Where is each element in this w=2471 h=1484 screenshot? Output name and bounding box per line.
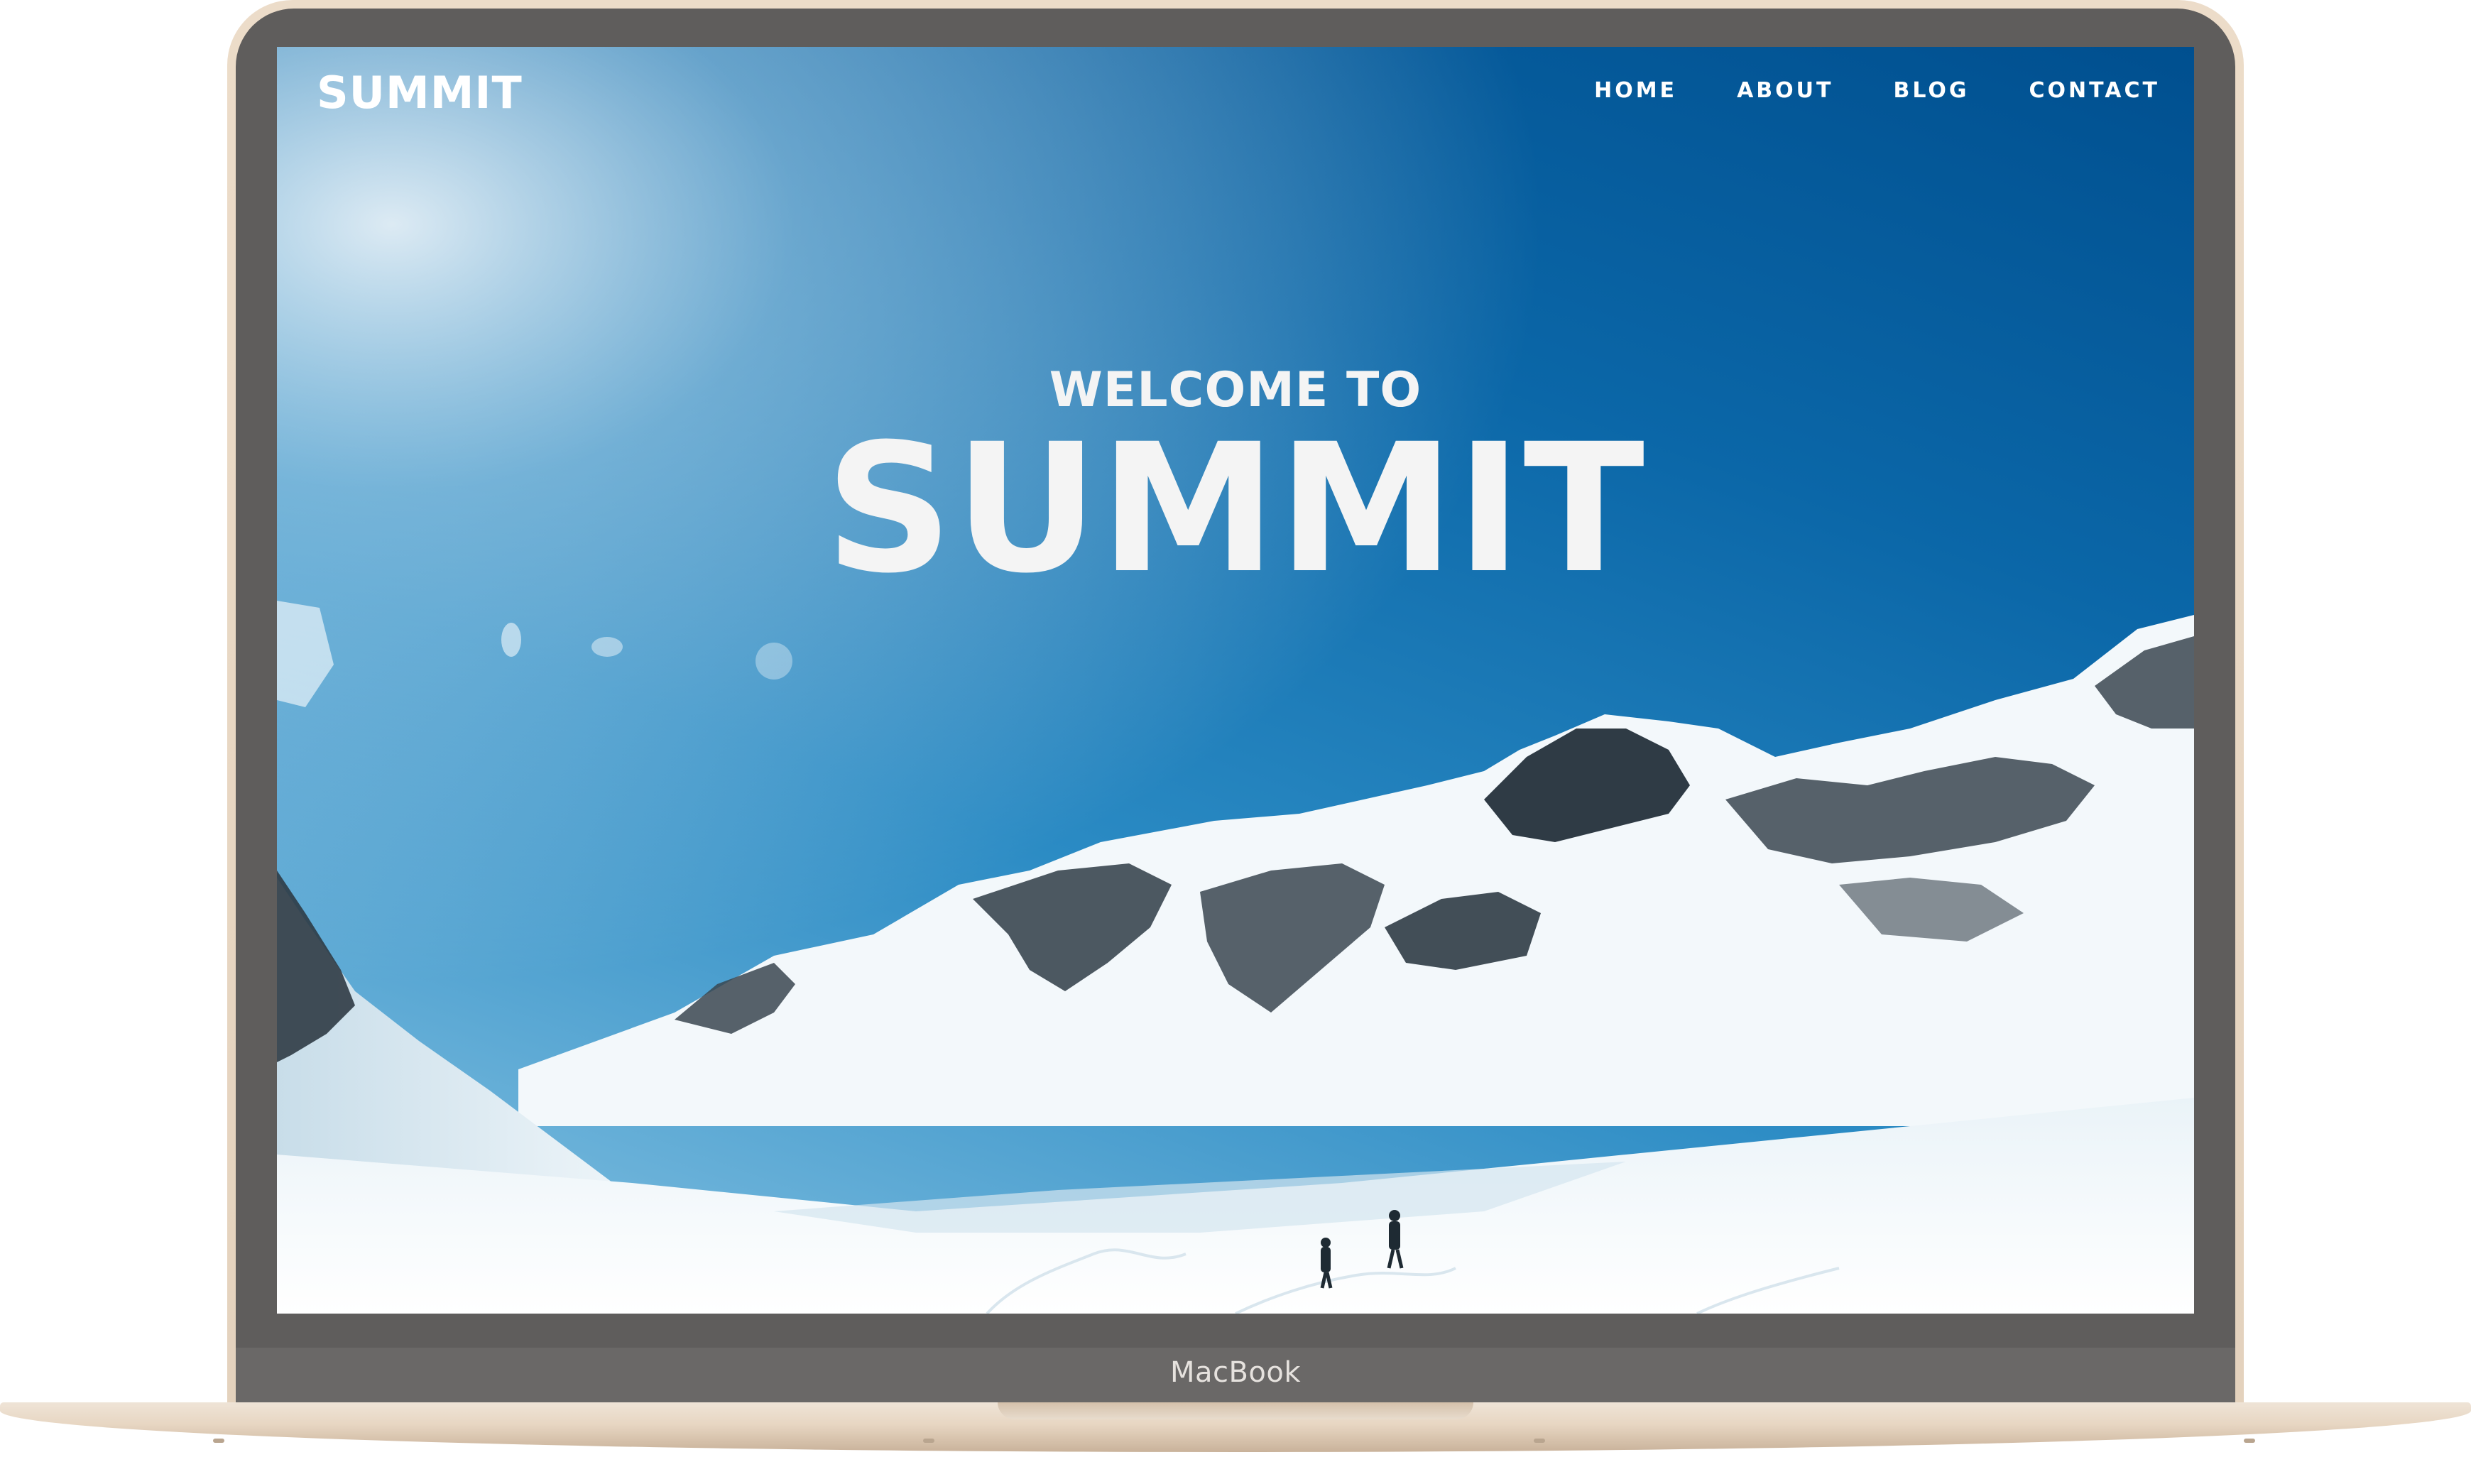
site-navbar: SUMMIT HOME ABOUT BLOG CONTACT (277, 47, 2194, 146)
site-logo[interactable]: SUMMIT (317, 67, 523, 119)
laptop-foot (213, 1439, 224, 1443)
laptop-foot (2244, 1439, 2255, 1443)
lens-flare (756, 643, 792, 680)
laptop-hinge-notch (998, 1402, 1473, 1419)
laptop-foot (1534, 1439, 1545, 1443)
main-nav: HOME ABOUT BLOG CONTACT (1594, 78, 2160, 103)
mountain-hero-image (277, 47, 2194, 1314)
lens-flare (501, 623, 521, 657)
hero-title: SUMMIT (824, 405, 1647, 612)
device-mockup: MacBook SUMMIT HOME ABOUT BLOG CONTACT W… (0, 0, 2471, 1484)
hero-heading: WELCOME TO SUMMIT (277, 366, 2194, 598)
laptop-foot (923, 1439, 934, 1443)
website-screen: SUMMIT HOME ABOUT BLOG CONTACT WELCOME T… (277, 47, 2194, 1314)
nav-about-link[interactable]: ABOUT (1737, 78, 1833, 103)
nav-blog-link[interactable]: BLOG (1893, 78, 1969, 103)
nav-contact-link[interactable]: CONTACT (2029, 78, 2160, 103)
nav-home-link[interactable]: HOME (1594, 78, 1677, 103)
device-label: MacBook (1169, 1356, 1302, 1389)
lens-flare (591, 637, 623, 657)
